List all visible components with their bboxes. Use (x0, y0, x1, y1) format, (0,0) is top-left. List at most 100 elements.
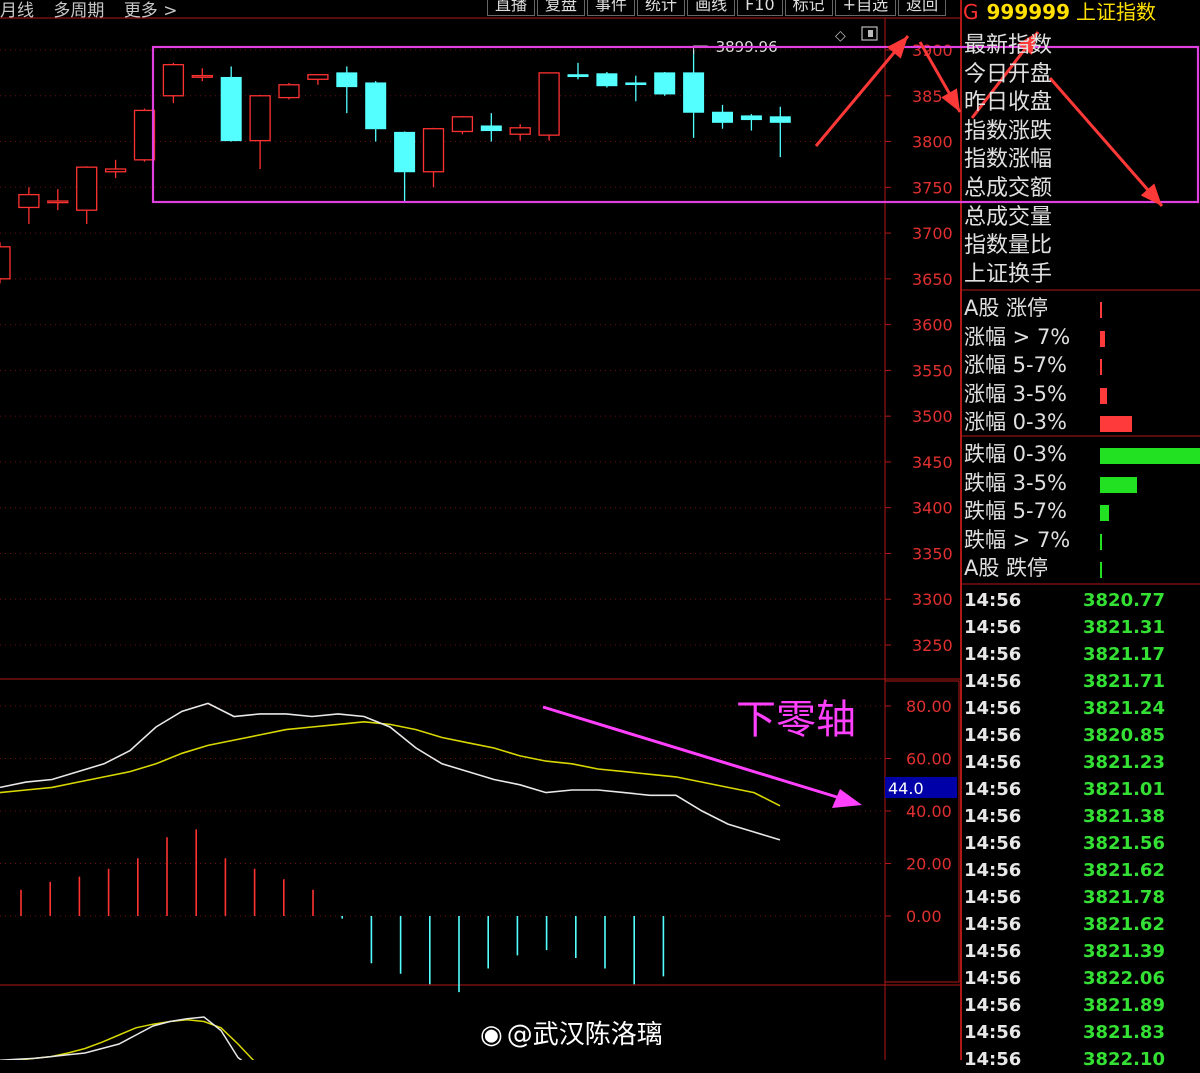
quote-fields: 最新指数 今日开盘 昨日收盘 指数涨跌 指数涨幅 总成交额 总成交量 指数量比 … (964, 32, 1052, 289)
slow-line (0, 720, 781, 807)
more-menu[interactable]: 更多 > (124, 1, 178, 21)
f10-button[interactable]: F10 (737, 0, 783, 16)
price-tick-label: 3500 (912, 407, 953, 426)
field-latest-index: 最新指数 (964, 33, 1053, 58)
candle-body-down (336, 72, 358, 88)
tick-row: 14:56 3821.24 (964, 695, 1194, 722)
tick-time: 14:56 (964, 752, 1022, 773)
live-button[interactable]: 直播 (487, 0, 536, 16)
candle-body-up (47, 200, 69, 204)
candle-body-down (480, 125, 502, 132)
price-tick-label: 3600 (912, 316, 953, 335)
tick-time: 14:56 (964, 941, 1022, 962)
candle-body-down (365, 82, 387, 130)
tick-row: 14:56 3821.39 (964, 938, 1194, 965)
candle-body-up (133, 109, 156, 161)
candle-body-up (76, 166, 98, 211)
tick-time: 14:56 (964, 995, 1022, 1016)
price-tick-label: 3650 (912, 270, 953, 289)
candle-body-up (509, 127, 531, 135)
down-distribution-label: 跌幅 5-7% (964, 499, 1067, 524)
tick-price: 3820.85 (1083, 725, 1165, 746)
tick-price: 3821.71 (1083, 671, 1165, 692)
tick-row: 14:56 3821.56 (964, 830, 1194, 857)
price-tick-label: 3700 (912, 224, 953, 243)
annotation-text: 下零轴 (736, 697, 856, 743)
price-tick-label: 3250 (912, 636, 953, 655)
up-distribution-row: A股 涨停 (964, 294, 1200, 323)
indicator-axis-frame (884, 680, 960, 983)
tick-price: 3821.62 (1083, 860, 1165, 881)
down-distribution-bar (1100, 562, 1102, 579)
candle-body-up (307, 74, 329, 80)
candle-body-up (18, 193, 40, 209)
tick-price: 3821.83 (1083, 1022, 1165, 1043)
watermark-text: @武汉陈洛璃 (506, 1020, 663, 1050)
tick-time: 14:56 (964, 725, 1022, 746)
tick-price: 3821.78 (1083, 887, 1165, 908)
lower-fast-line (0, 1016, 243, 1060)
candle-body-down (394, 131, 416, 173)
tick-row: 14:56 3822.06 (964, 965, 1194, 992)
tick-row: 14:56 3821.23 (964, 749, 1194, 776)
down-distribution: 跌幅 0-3% 跌幅 3-5% 跌幅 5-7% 跌幅 > 7% A股 跌停 (964, 440, 1200, 583)
tick-row: 14:56 3820.77 (964, 587, 1194, 614)
tick-time: 14:56 (964, 617, 1022, 638)
price-tick-label: 3750 (912, 178, 953, 197)
back-button[interactable]: 返回 (898, 0, 947, 16)
review-button[interactable]: 复盘 (537, 0, 586, 16)
events-button[interactable]: 事件 (587, 0, 636, 16)
security-header: G 999999 上证指数 (963, 0, 1156, 24)
watermark: ◉ @武汉陈洛璃 (480, 1014, 663, 1051)
tick-price: 3821.39 (1083, 941, 1165, 962)
down-distribution-bar (1100, 505, 1109, 522)
down-distribution-row: 跌幅 > 7% (964, 526, 1200, 555)
mark-button[interactable]: 标记 (784, 0, 833, 16)
up-distribution-label: 涨幅 5-7% (964, 353, 1067, 378)
tick-time: 14:56 (964, 806, 1022, 827)
price-tick-label: 3350 (912, 544, 953, 563)
tick-row: 14:56 3821.83 (964, 1019, 1194, 1046)
field-prev-close: 昨日收盘 (964, 90, 1053, 116)
indicator-tick-label: 0.00 (906, 907, 942, 926)
g-badge: G (963, 0, 979, 24)
field-turnover-rate: 上证换手 (964, 261, 1053, 287)
up-distribution-label: 涨幅 0-3% (964, 410, 1067, 435)
up-distribution-bar (1100, 302, 1102, 318)
down-distribution-row: A股 跌停 (964, 554, 1200, 583)
down-distribution-label: 跌幅 0-3% (964, 442, 1067, 466)
price-tick-label: 3300 (912, 590, 953, 609)
candle-body-up (162, 63, 185, 97)
tick-time: 14:56 (964, 914, 1022, 935)
tick-row: 14:56 3821.78 (964, 884, 1194, 911)
period-toolbar: 月线 多周期 更多 > (0, 0, 191, 21)
add-watchlist-button[interactable]: +自选 (834, 0, 897, 16)
field-volume-ratio: 指数量比 (964, 233, 1053, 259)
drawing-button[interactable]: 画线 (687, 0, 736, 16)
price-tick-label: 3450 (912, 453, 953, 472)
tick-time: 14:56 (964, 887, 1022, 908)
field-today-open: 今日开盘 (964, 61, 1053, 87)
tick-price: 3821.17 (1083, 644, 1165, 665)
up-distribution-bar (1100, 387, 1107, 404)
up-distribution-label: 涨幅 3-5% (964, 381, 1067, 406)
candle-body-up (104, 168, 127, 173)
field-total-turnover: 总成交额 (964, 175, 1053, 201)
statistics-button[interactable]: 统计 (637, 0, 686, 16)
multi-period-tab[interactable]: 多周期 (53, 1, 104, 21)
candle-body-up (249, 95, 271, 142)
field-index-change: 指数涨跌 (964, 118, 1053, 144)
monthly-tab[interactable]: 月线 (0, 1, 34, 21)
down-distribution-bar (1100, 448, 1200, 464)
candle-body-up (422, 128, 445, 173)
tick-price: 3821.31 (1083, 617, 1165, 638)
layout-icon-fill (868, 30, 873, 37)
candle-body-down (220, 76, 242, 142)
tick-row: 14:56 3821.38 (964, 803, 1194, 830)
tick-row: 14:56 3821.62 (964, 857, 1194, 884)
up-distribution-bar (1100, 416, 1132, 433)
indicator-tick-label: 60.00 (906, 750, 952, 769)
indicator-tick-label: 80.00 (906, 697, 952, 716)
candle-body-up (191, 74, 213, 78)
weibo-icon: ◉ (480, 1020, 503, 1050)
